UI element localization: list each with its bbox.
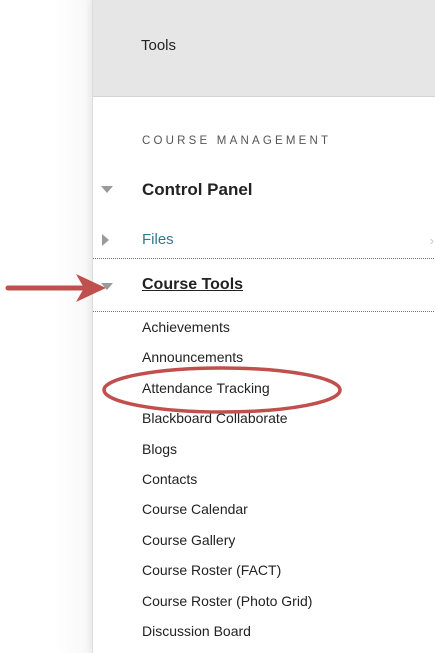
tool-item-blogs[interactable]: Blogs	[142, 439, 312, 469]
tool-item-contacts[interactable]: Contacts	[142, 469, 312, 499]
left-gutter	[0, 0, 92, 653]
tool-item-achievements[interactable]: Achievements	[142, 317, 312, 347]
course-tools-link[interactable]: Course Tools	[142, 276, 243, 294]
triangle-right-icon[interactable]	[102, 234, 109, 246]
triangle-down-icon[interactable]	[101, 186, 113, 193]
chevron-right-icon[interactable]: ›	[430, 233, 434, 248]
files-menu-item[interactable]: Files ›	[93, 224, 435, 259]
course-tools-menu-item[interactable]: Course Tools	[93, 259, 435, 312]
tool-item-course-calendar[interactable]: Course Calendar	[142, 499, 312, 529]
control-panel-label[interactable]: Control Panel	[142, 180, 253, 200]
course-management-heading: COURSE MANAGEMENT	[142, 135, 332, 147]
tool-item-discussion-board[interactable]: Discussion Board	[142, 621, 312, 651]
tool-item-course-roster-photo-grid[interactable]: Course Roster (Photo Grid)	[142, 591, 312, 621]
tool-item-course-roster-fact[interactable]: Course Roster (FACT)	[142, 560, 312, 590]
tools-label: Tools	[141, 37, 177, 54]
annotation-arrow-icon	[5, 274, 106, 302]
tools-menu-item[interactable]: Tools	[93, 0, 435, 97]
annotation-highlight-ellipse-icon	[102, 366, 342, 414]
course-menu-panel: Tools COURSE MANAGEMENT Control Panel Fi…	[92, 0, 435, 653]
files-link[interactable]: Files	[142, 231, 174, 248]
tool-item-course-gallery[interactable]: Course Gallery	[142, 530, 312, 560]
